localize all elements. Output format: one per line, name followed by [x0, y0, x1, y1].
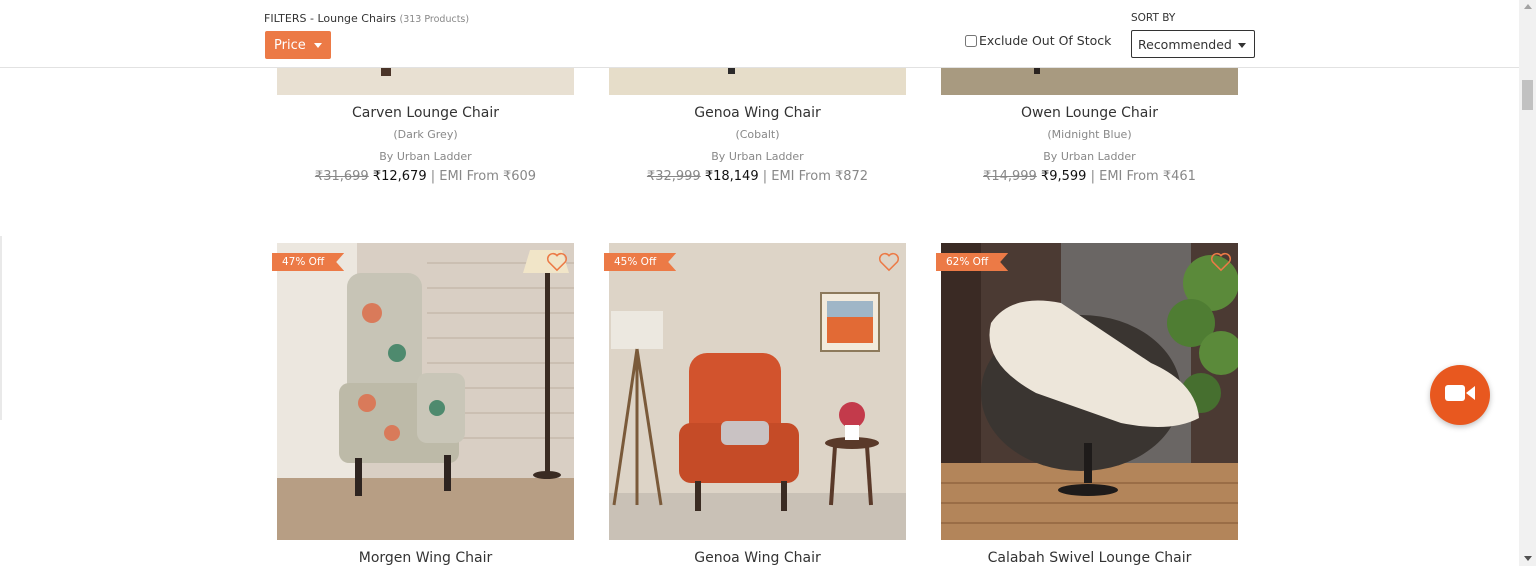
scrollbar-thumb[interactable]	[1522, 80, 1533, 110]
product-name[interactable]: Genoa Wing Chair	[609, 105, 906, 121]
heart-outline-icon[interactable]	[878, 252, 900, 276]
filters-label: FILTERS - Lounge Chairs (313 Products)	[264, 12, 469, 25]
scroll-down-arrow-icon[interactable]	[1524, 556, 1532, 561]
product-image[interactable]	[609, 243, 906, 540]
exclude-out-of-stock-checkbox[interactable]	[965, 34, 977, 47]
product-variant: (Midnight Blue)	[1047, 128, 1132, 141]
product-variant: (Cobalt)	[735, 128, 780, 141]
price-filter-button[interactable]: Price	[265, 31, 331, 59]
product-brand: By Urban Ladder	[379, 150, 472, 163]
sort-select[interactable]: Recommended	[1131, 30, 1255, 58]
filters-title: FILTERS - Lounge Chairs	[264, 12, 396, 25]
product-name[interactable]: Morgen Wing Chair	[277, 550, 574, 566]
caret-down-icon	[314, 43, 322, 48]
filter-bar: FILTERS - Lounge Chairs (313 Products) P…	[0, 0, 1519, 68]
exclude-out-of-stock[interactable]: Exclude Out Of Stock	[964, 33, 1111, 48]
sale-price: ₹9,599	[1040, 169, 1087, 184]
exclude-out-of-stock-label: Exclude Out Of Stock	[979, 33, 1112, 48]
product-image[interactable]	[277, 243, 574, 540]
product-image[interactable]	[941, 243, 1238, 540]
product-name[interactable]: Calabah Swivel Lounge Chair	[941, 550, 1238, 566]
sort-by-label: SORT BY	[1131, 12, 1176, 24]
product-variant: (Dark Grey)	[393, 128, 458, 141]
video-call-button[interactable]	[1430, 365, 1490, 425]
discount-badge: 47% Off	[272, 253, 344, 271]
product-price: ₹14,999 ₹9,599 | EMI From ₹461	[941, 169, 1238, 184]
heart-outline-icon[interactable]	[546, 252, 568, 276]
heart-outline-icon[interactable]	[1210, 252, 1232, 276]
product-name[interactable]: Owen Lounge Chair	[941, 105, 1238, 121]
product-price: ₹31,699 ₹12,679 | EMI From ₹609	[277, 169, 574, 184]
original-price: ₹32,999	[646, 169, 701, 184]
left-edge-divider	[0, 236, 2, 420]
product-name[interactable]: Genoa Wing Chair	[609, 550, 906, 566]
emi-text: | EMI From ₹609	[430, 169, 537, 184]
discount-badge: 45% Off	[604, 253, 676, 271]
product-price: ₹32,999 ₹18,149 | EMI From ₹872	[609, 169, 906, 184]
product-brand: By Urban Ladder	[1043, 150, 1136, 163]
scroll-up-arrow-icon[interactable]	[1524, 4, 1532, 9]
sale-price: ₹12,679	[372, 169, 427, 184]
price-filter-label: Price	[274, 37, 306, 53]
emi-text: | EMI From ₹872	[762, 169, 869, 184]
product-count: (313 Products)	[399, 14, 470, 25]
product-brand: By Urban Ladder	[711, 150, 804, 163]
product-name[interactable]: Carven Lounge Chair	[277, 105, 574, 121]
discount-badge: 62% Off	[936, 253, 1008, 271]
video-camera-icon	[1445, 384, 1475, 406]
sale-price: ₹18,149	[704, 169, 759, 184]
caret-down-icon	[1238, 43, 1246, 48]
emi-text: | EMI From ₹461	[1090, 169, 1196, 184]
original-price: ₹31,699	[314, 169, 369, 184]
original-price: ₹14,999	[983, 169, 1037, 184]
sort-selected-value: Recommended	[1138, 36, 1232, 52]
page-scrollbar[interactable]	[1519, 0, 1536, 566]
